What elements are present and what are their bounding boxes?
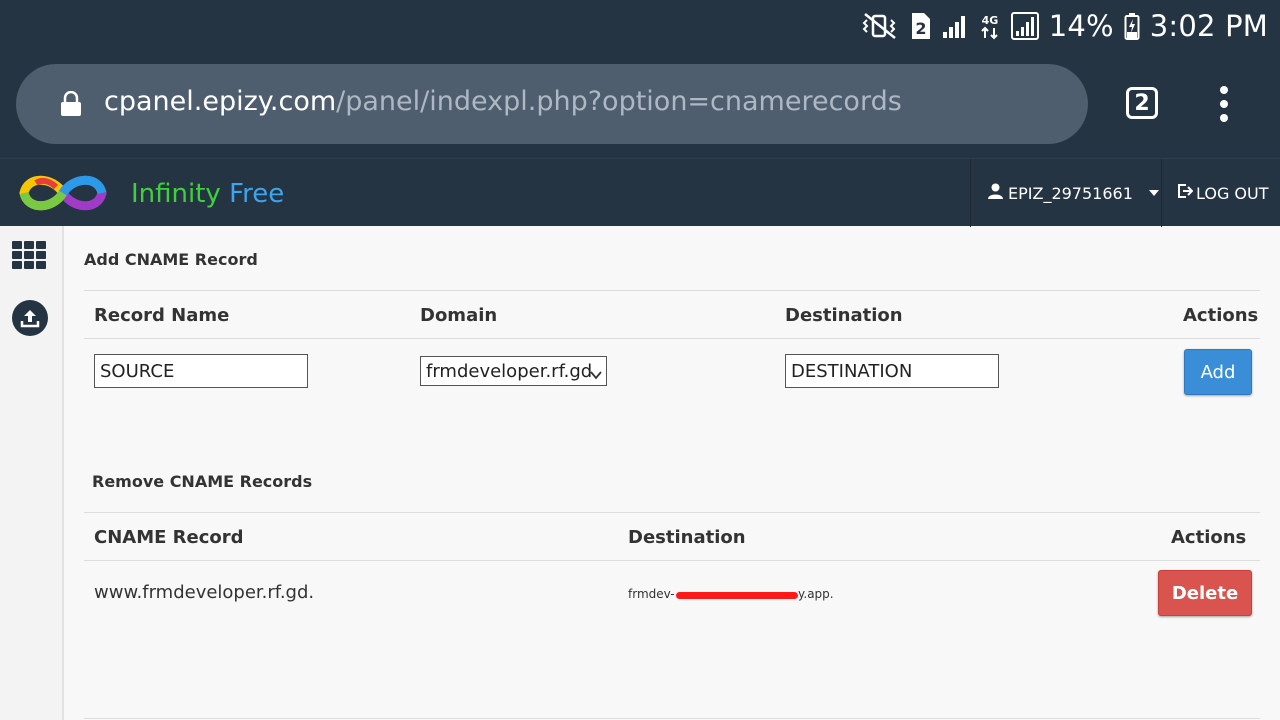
brand-part1: Infinity	[131, 179, 221, 209]
add-button[interactable]: Add	[1184, 349, 1252, 395]
redaction-mark	[676, 592, 798, 599]
status-icons: 2 4G 14% 3:02 PM	[861, 8, 1268, 44]
lock-icon	[60, 90, 82, 122]
status-bar: 2 4G 14% 3:02 PM	[0, 0, 1280, 50]
add-section-title: Add CNAME Record	[84, 250, 258, 269]
infinity-logo[interactable]	[18, 171, 108, 220]
clock: 3:02 PM	[1149, 9, 1268, 43]
logout-link[interactable]: LOG OUT	[1177, 159, 1269, 227]
destination-input[interactable]: DESTINATION	[785, 354, 999, 388]
logout-icon	[1177, 183, 1194, 203]
sim-2-icon: 2	[909, 12, 931, 40]
tabs-icon[interactable]: 2	[1126, 87, 1158, 119]
battery-percent: 14%	[1048, 9, 1114, 43]
destination-suffix: y.app.	[798, 587, 834, 601]
vibrate-mute-icon	[861, 12, 899, 40]
site-navbar: Infinity Free EPIZ_29751661 LOG OUT	[0, 158, 1280, 227]
col-destination: Destination	[628, 527, 746, 548]
cname-record-value: www.frmdeveloper.rf.gd.	[94, 582, 315, 603]
svg-text:2: 2	[915, 19, 926, 38]
brand-name[interactable]: Infinity Free	[131, 179, 284, 209]
more-vert-icon[interactable]	[1212, 86, 1236, 122]
chevron-down-icon	[1148, 190, 1159, 196]
divider	[84, 290, 1260, 291]
remove-section-title: Remove CNAME Records	[92, 472, 313, 491]
url-host: cpanel.epizy.com	[104, 86, 337, 117]
divider	[84, 560, 1260, 561]
domain-selected-value: frmdeveloper.rf.gd	[426, 360, 593, 382]
destination-prefix: frmdev-	[628, 587, 675, 601]
battery-charging-icon	[1124, 12, 1140, 40]
col-actions: Actions	[1183, 305, 1259, 326]
apps-grid-icon[interactable]	[12, 241, 46, 269]
signal-box-icon	[1010, 12, 1039, 40]
svg-text:4G: 4G	[981, 14, 998, 27]
chevron-down-icon	[590, 365, 602, 386]
username-label: EPIZ_29751661	[1008, 183, 1133, 203]
col-cname-record: CNAME Record	[94, 527, 244, 548]
logout-label: LOG OUT	[1196, 183, 1269, 203]
user-icon	[988, 183, 1003, 203]
signal-icon	[941, 12, 969, 40]
divider	[84, 512, 1260, 513]
col-actions: Actions	[1171, 527, 1247, 548]
col-destination: Destination	[785, 305, 903, 326]
url-path: /panel/indexpl.php?option=cnamerecords	[336, 86, 902, 117]
divider	[84, 338, 1260, 339]
domain-select[interactable]: frmdeveloper.rf.gd	[420, 356, 607, 386]
browser-toolbar: cpanel.epizy.com/panel/indexpl.php?optio…	[0, 50, 1280, 158]
url-text: cpanel.epizy.com/panel/indexpl.php?optio…	[104, 86, 902, 117]
col-domain: Domain	[420, 305, 498, 326]
main-content: Add CNAME Record Record Name Domain Dest…	[64, 226, 1280, 720]
divider	[84, 718, 1260, 719]
user-menu[interactable]: EPIZ_29751661	[970, 159, 1162, 227]
brand-part2: Free	[220, 179, 285, 209]
network-4g-icon: 4G	[979, 12, 1001, 40]
col-record-name: Record Name	[94, 305, 230, 326]
address-bar[interactable]: cpanel.epizy.com/panel/indexpl.php?optio…	[16, 64, 1088, 144]
delete-button[interactable]: Delete	[1158, 570, 1252, 616]
record-name-input[interactable]: SOURCE	[94, 354, 308, 388]
upload-icon[interactable]	[12, 300, 48, 336]
sidebar	[0, 226, 64, 720]
